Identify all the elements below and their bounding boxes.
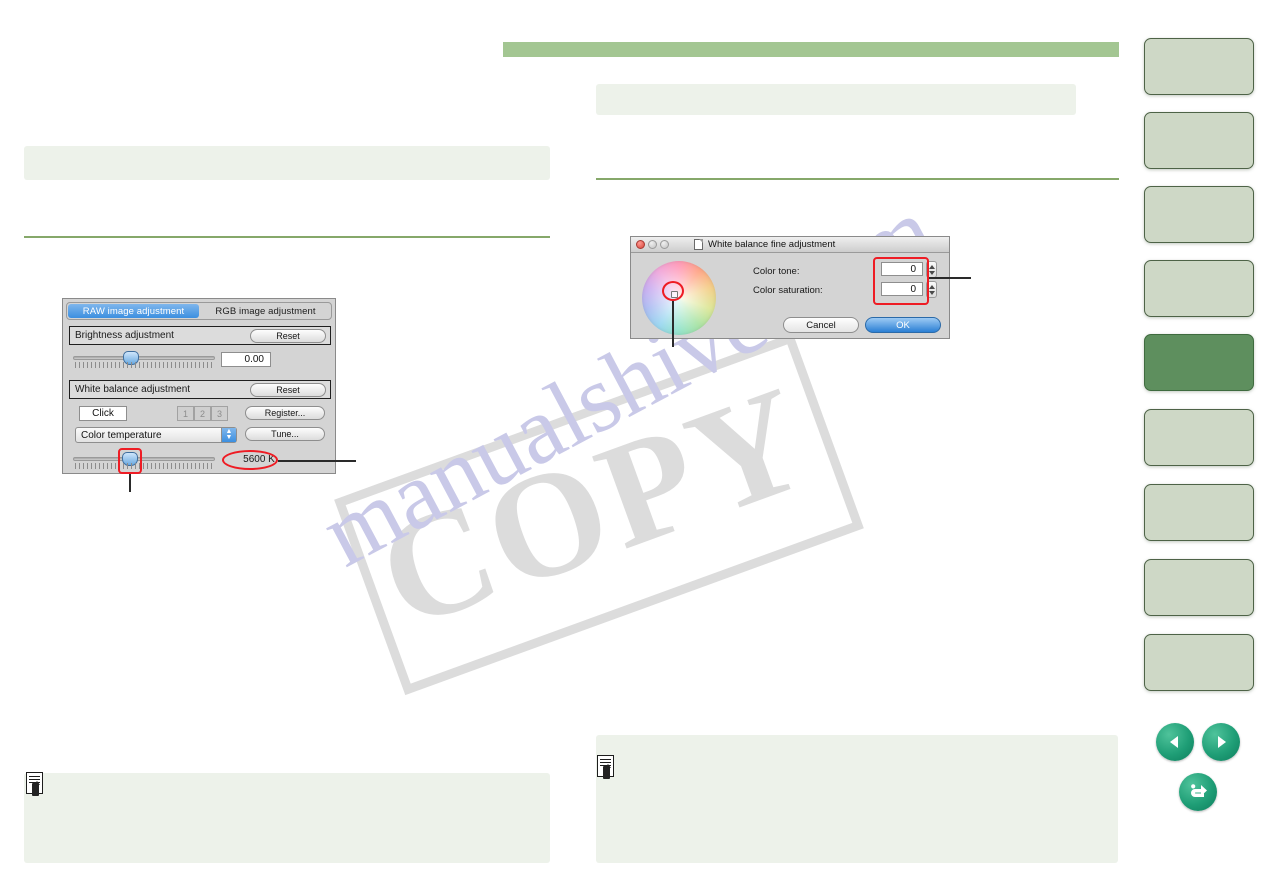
wb-preset-1-button[interactable]: 1	[177, 406, 194, 421]
sidebar-item-chapter-4[interactable]	[1144, 260, 1254, 317]
note-icon-right	[597, 755, 614, 779]
chevron-left-icon	[1170, 736, 1178, 748]
brightness-reset-button[interactable]: Reset	[250, 329, 326, 343]
watermark-copy-box	[334, 332, 864, 696]
wb-tune-button[interactable]: Tune...	[245, 427, 325, 441]
dialog-title: White balance fine adjustment	[708, 239, 836, 250]
white-balance-group-header: White balance adjustment Reset	[69, 380, 331, 399]
spinner-fields-callout	[873, 257, 929, 305]
zoom-icon[interactable]	[660, 240, 669, 249]
watermark-copy-text: COPY	[358, 353, 830, 661]
right-note-box	[596, 735, 1118, 863]
temperature-slider-callout	[118, 448, 142, 474]
right-section-rule	[596, 178, 1119, 180]
chevron-updown-icon: ▲ ▼	[221, 428, 236, 442]
tab-rgb-image-adjustment[interactable]: RGB image adjustment	[200, 303, 331, 319]
color-saturation-label: Color saturation:	[753, 285, 823, 296]
left-intro-box	[24, 146, 550, 180]
wheel-marker-callout	[662, 281, 684, 301]
close-icon[interactable]	[636, 240, 645, 249]
temperature-value-callout	[222, 450, 278, 470]
temperature-slider-leader-v	[129, 474, 131, 492]
sidebar-item-chapter-6[interactable]	[1144, 409, 1254, 466]
next-page-button[interactable]	[1202, 723, 1240, 761]
ok-button[interactable]: OK	[865, 317, 941, 333]
sidebar-item-chapter-8[interactable]	[1144, 559, 1254, 616]
spinner-fields-leader	[929, 277, 971, 279]
brightness-group-header: Brightness adjustment Reset	[69, 326, 331, 345]
watermark-copy: COPY	[334, 332, 875, 696]
right-intro-box	[596, 84, 1076, 115]
brightness-slider-track[interactable]	[73, 356, 215, 360]
sidebar-item-chapter-7[interactable]	[1144, 484, 1254, 541]
right-header-bar	[503, 42, 1119, 57]
wb-click-button[interactable]: Click	[79, 406, 127, 421]
wb-register-button[interactable]: Register...	[245, 406, 325, 420]
white-balance-group-label: White balance adjustment	[75, 384, 191, 395]
document-icon	[694, 239, 703, 250]
brightness-value-field[interactable]: 0.00	[221, 352, 271, 367]
temperature-value-leader	[278, 460, 356, 462]
sidebar-item-chapter-5[interactable]	[1144, 334, 1254, 391]
sidebar-item-chapter-3[interactable]	[1144, 186, 1254, 243]
color-temperature-slider-track[interactable]	[73, 457, 215, 461]
return-arrow-icon	[1191, 784, 1207, 797]
raw-image-adjustment-panel[interactable]: RAW image adjustment RGB image adjustmen…	[62, 298, 336, 474]
chevron-right-icon	[1218, 736, 1226, 748]
sidebar-item-chapter-9[interactable]	[1144, 634, 1254, 691]
wb-preset-2-button[interactable]: 2	[194, 406, 211, 421]
color-temperature-slider-ticks	[75, 463, 213, 469]
brightness-slider-ticks	[75, 362, 213, 368]
wheel-marker-leader	[672, 301, 674, 347]
white-balance-reset-button[interactable]: Reset	[250, 383, 326, 397]
wb-mode-dropdown[interactable]: Color temperature ▲ ▼	[75, 427, 237, 443]
note-icon	[26, 772, 43, 796]
left-section-rule	[24, 236, 550, 238]
watermark-site: manualshive.com	[305, 176, 951, 700]
tab-raw-image-adjustment[interactable]: RAW image adjustment	[68, 304, 199, 318]
sidebar-item-chapter-1[interactable]	[1144, 38, 1254, 95]
brightness-group-label: Brightness adjustment	[75, 330, 174, 341]
back-button[interactable]	[1179, 773, 1217, 811]
color-tone-label: Color tone:	[753, 266, 800, 277]
wb-preset-3-button[interactable]: 3	[211, 406, 228, 421]
previous-page-button[interactable]	[1156, 723, 1194, 761]
wb-mode-value: Color temperature	[81, 429, 162, 441]
sidebar-item-chapter-2[interactable]	[1144, 112, 1254, 169]
minimize-icon[interactable]	[648, 240, 657, 249]
panel-tabbar[interactable]: RAW image adjustment RGB image adjustmen…	[66, 302, 332, 320]
cancel-button[interactable]: Cancel	[783, 317, 859, 333]
dialog-titlebar[interactable]: White balance fine adjustment	[631, 237, 949, 253]
left-note-box	[24, 773, 550, 863]
